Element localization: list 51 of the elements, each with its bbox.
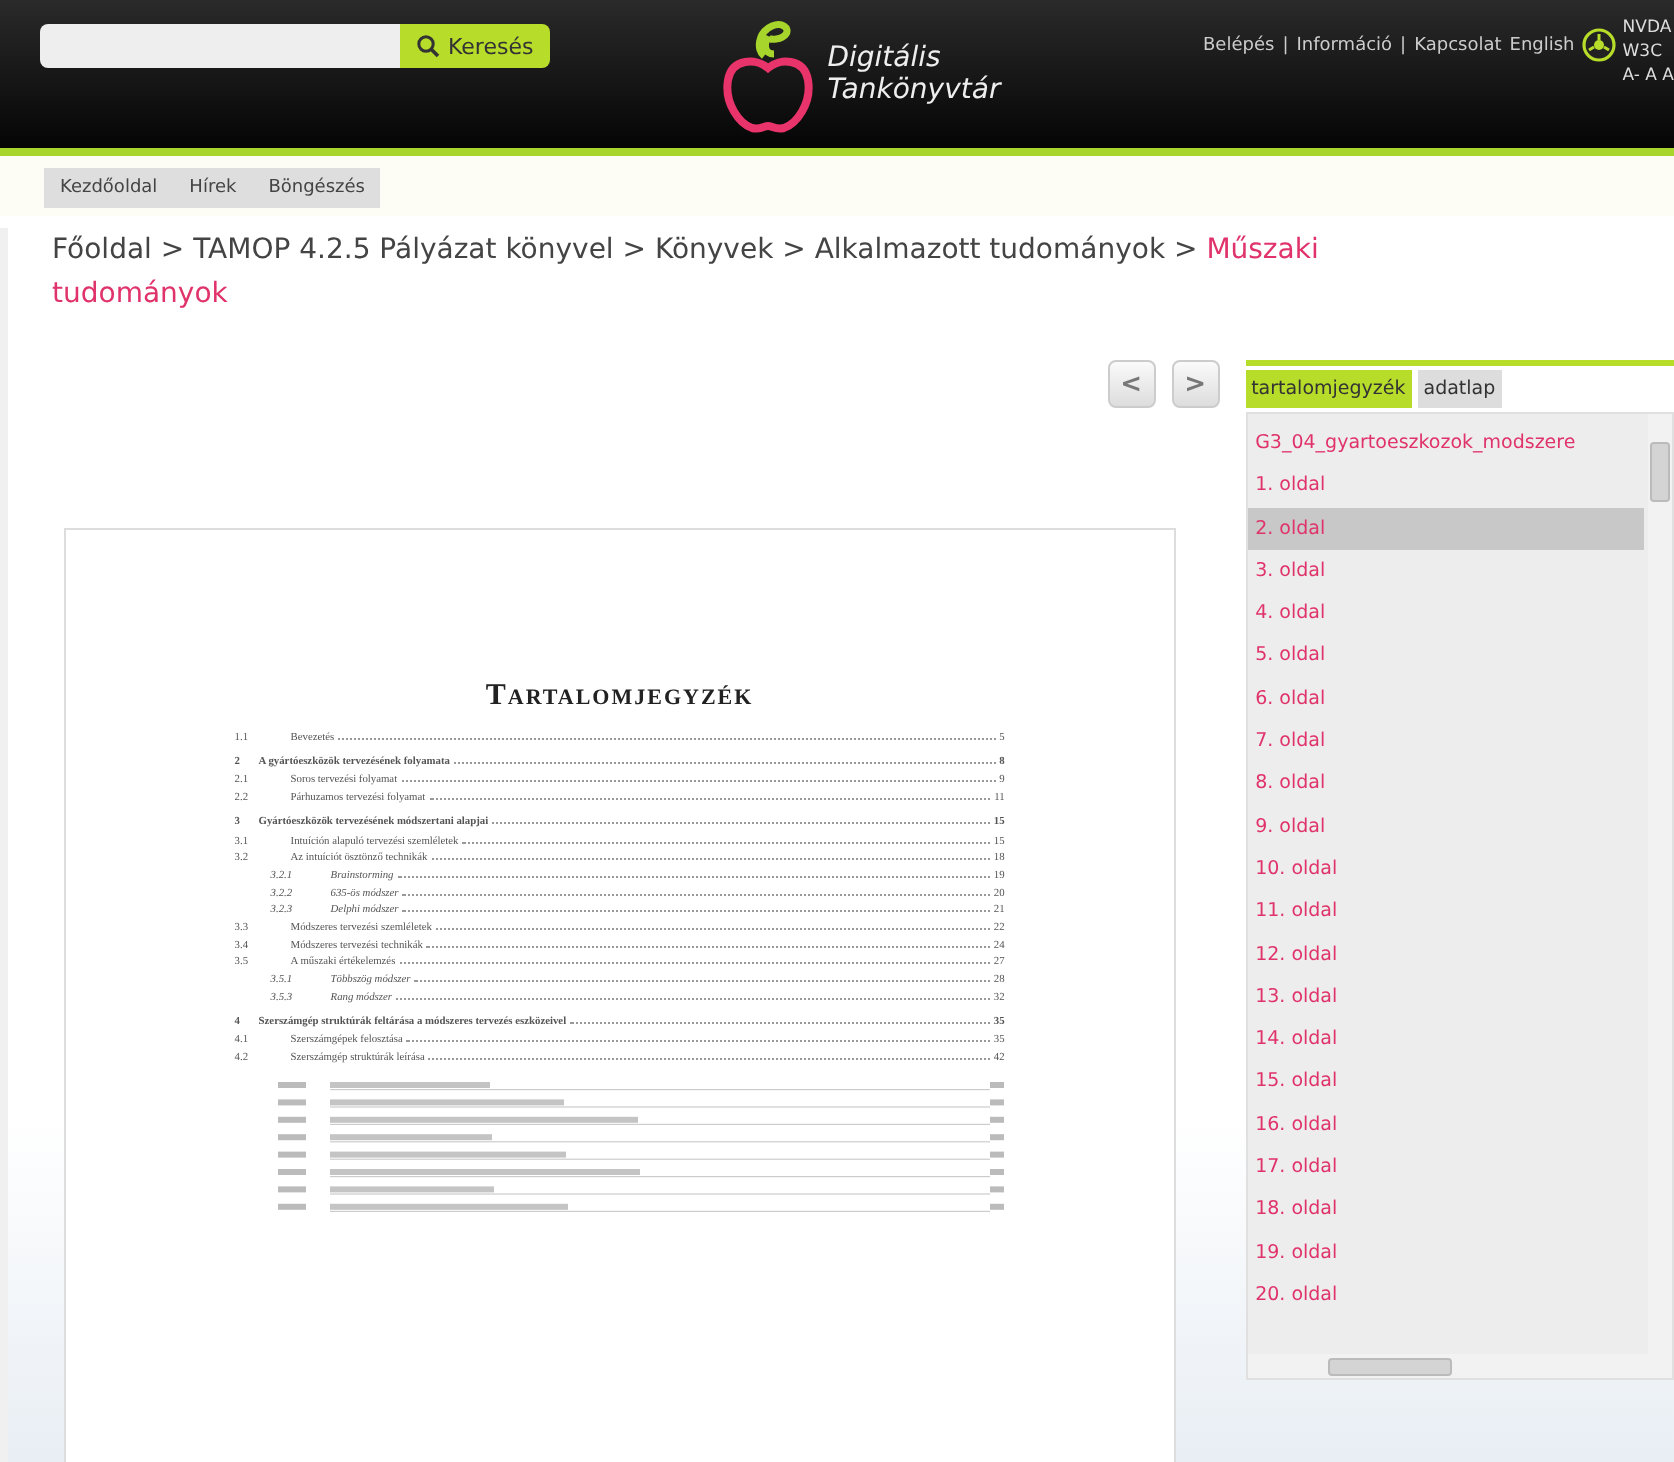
page-list-item[interactable]: G3_04_gyartoeszkozok_modszere [1247,422,1644,465]
header-link[interactable]: Kapcsolat [1414,35,1502,55]
page-list-item[interactable]: 17. oldal [1247,1146,1644,1189]
nav-tab[interactable]: Hírek [173,168,253,208]
breadcrumb-link[interactable]: Alkalmazott tudományok [814,234,1166,266]
accessibility-link[interactable]: W3C [1622,40,1674,64]
page-list-item[interactable]: 5. oldal [1247,634,1644,678]
breadcrumb-link[interactable]: TAMOP 4.2.5 Pályázat könyvel [193,234,614,266]
separator-text: | [1400,35,1407,55]
separator-text: | [1282,35,1289,55]
page-list-item[interactable]: 14. oldal [1247,1018,1644,1061]
search-button[interactable]: Keresés [400,24,550,68]
page-list-item[interactable]: 4. oldal [1247,592,1644,635]
breadcrumb: Főoldal > TAMOP 4.2.5 Pályázat könyvel > Könyvek > Alkalmazott tudományok > Műszaki tudományok [52,232,1321,314]
nav-tab[interactable]: Kezdőoldal [44,168,174,208]
document-title: Tartalomjegyzék [485,680,754,714]
page-list-item[interactable]: 2. oldal [1247,507,1644,550]
page-list-item[interactable]: 13. oldal [1247,975,1644,1019]
page-list-item[interactable]: 8. oldal [1247,762,1644,806]
horizontal-scrollbar[interactable] [1247,1354,1672,1378]
accessibility-link[interactable]: A- A A [1622,64,1674,88]
page-list-item[interactable]: 9. oldal [1247,805,1644,848]
page-list-item[interactable]: 11. oldal [1247,890,1644,934]
page-list-item[interactable]: 12. oldal [1247,933,1644,976]
page-list-item[interactable]: 6. oldal [1247,677,1644,721]
search-icon [416,34,440,58]
accessibility-link[interactable]: NVDA [1622,16,1674,40]
logo-text: Digitális [827,42,943,74]
page-list-item[interactable]: 1. oldal [1247,464,1644,508]
previous-button[interactable]: < [1107,360,1156,408]
panel-tab[interactable]: tartalomjegyzék [1245,370,1412,408]
page-list-item[interactable]: 20. oldal [1247,1273,1644,1317]
page-list-item[interactable]: 15. oldal [1247,1060,1644,1104]
page-list-item[interactable]: 10. oldal [1247,847,1644,891]
search-field[interactable] [40,24,400,68]
header-link[interactable]: Információ [1296,35,1393,55]
page-list-item[interactable]: 7. oldal [1247,720,1644,763]
next-button[interactable]: > [1171,360,1220,408]
panel-tab[interactable]: adatlap [1417,370,1502,408]
page-list-item[interactable]: 3. oldal [1247,549,1644,593]
header-link[interactable]: Belépés [1202,35,1275,55]
breadcrumb-link[interactable]: Főoldal [52,234,152,266]
accessibility-icon[interactable] [1582,28,1617,62]
page-list-item[interactable]: 18. oldal [1247,1188,1644,1232]
language-link[interactable]: English [1509,35,1575,55]
logo-text: Tankönyvtár [827,74,1001,106]
breadcrumb-link[interactable]: Könyvek [654,234,774,266]
page-list-item[interactable]: 19. oldal [1247,1231,1644,1274]
page-list-item[interactable]: 16. oldal [1247,1103,1644,1147]
nav-tab[interactable]: Böngészés [252,168,381,208]
vertical-scrollbar[interactable] [1648,414,1672,1354]
